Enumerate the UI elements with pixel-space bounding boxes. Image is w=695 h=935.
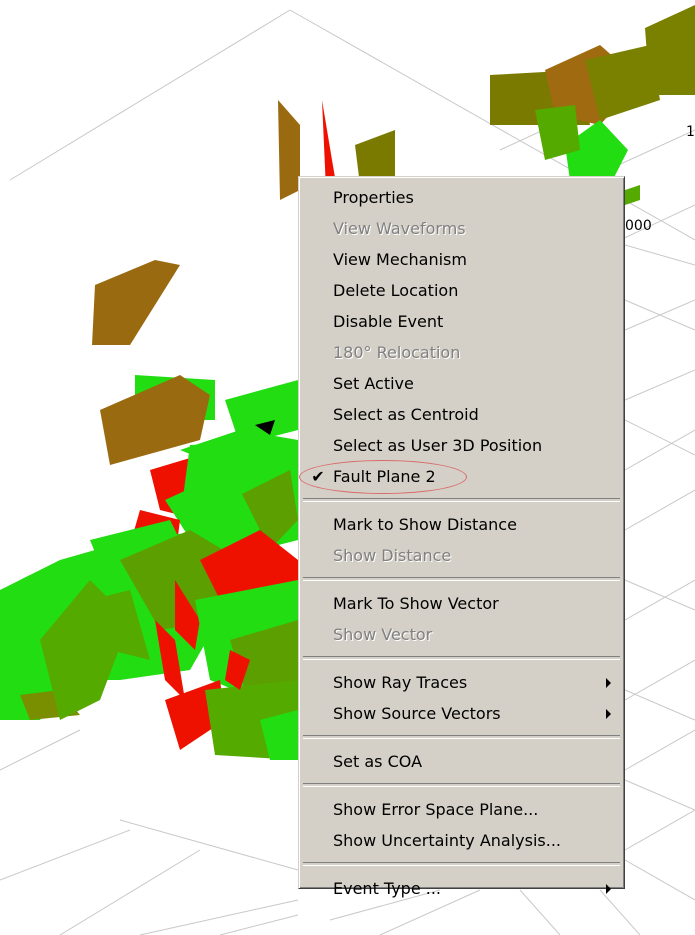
submenu-arrow-icon: [606, 678, 611, 688]
menu-item-label: Event Type ...: [333, 879, 442, 898]
submenu-arrow-icon: [606, 709, 611, 719]
menu-item-properties[interactable]: Properties: [302, 182, 621, 213]
menu-item-show-source-vectors[interactable]: Show Source Vectors: [302, 698, 621, 729]
menu-separator: [303, 498, 620, 502]
fault-planes-top-right: [490, 5, 695, 195]
menu-item-view-mechanism[interactable]: View Mechanism: [302, 244, 621, 275]
menu-item-event-type[interactable]: Event Type ...: [302, 873, 621, 904]
menu-item-show-distance: Show Distance: [333, 546, 452, 565]
menu-item-delete-location[interactable]: Delete Location: [302, 275, 621, 306]
menu-item-set-as-coa[interactable]: Set as COA: [302, 746, 621, 777]
menu-item-fault-plane-2[interactable]: ✔ Fault Plane 2: [302, 461, 621, 492]
menu-separator: [303, 862, 620, 866]
menu-item-select-as-centroid[interactable]: Select as Centroid: [302, 399, 621, 430]
menu-item-label: Show Ray Traces: [333, 673, 468, 692]
fault-planes-right: [625, 185, 640, 205]
menu-item-mark-to-show-distance[interactable]: Mark to Show Distance: [302, 509, 621, 540]
menu-item-show-ray-traces[interactable]: Show Ray Traces: [302, 667, 621, 698]
menu-item-disable-event[interactable]: Disable Event: [302, 306, 621, 337]
fault-planes-left: [0, 260, 298, 760]
axis-tick-label: 000: [625, 218, 652, 234]
menu-item-show-uncertainty-analysis[interactable]: Show Uncertainty Analysis...: [302, 825, 621, 856]
checkmark-icon: ✔: [311, 467, 325, 486]
menu-item-view-waveforms: View Waveforms: [333, 219, 466, 238]
submenu-arrow-icon: [606, 884, 611, 894]
menu-item-label: Fault Plane 2: [333, 467, 436, 486]
menu-separator: [303, 577, 620, 581]
menu-separator: [303, 735, 620, 739]
menu-item-mark-to-show-vector[interactable]: Mark To Show Vector: [302, 588, 621, 619]
menu-separator: [303, 783, 620, 787]
menu-item-set-active[interactable]: Set Active: [302, 368, 621, 399]
menu-item-show-vector: Show Vector: [333, 625, 433, 644]
menu-separator: [303, 656, 620, 660]
menu-item-label: Show Source Vectors: [333, 704, 501, 723]
menu-item-select-as-user-3d-position[interactable]: Select as User 3D Position: [302, 430, 621, 461]
context-menu: Properties View Waveforms View Mechanism…: [298, 176, 625, 898]
menu-item-180-relocation: 180° Relocation: [333, 343, 461, 362]
axis-tick-label: 1: [686, 124, 695, 140]
menu-item-show-error-space-plane[interactable]: Show Error Space Plane...: [302, 794, 621, 825]
